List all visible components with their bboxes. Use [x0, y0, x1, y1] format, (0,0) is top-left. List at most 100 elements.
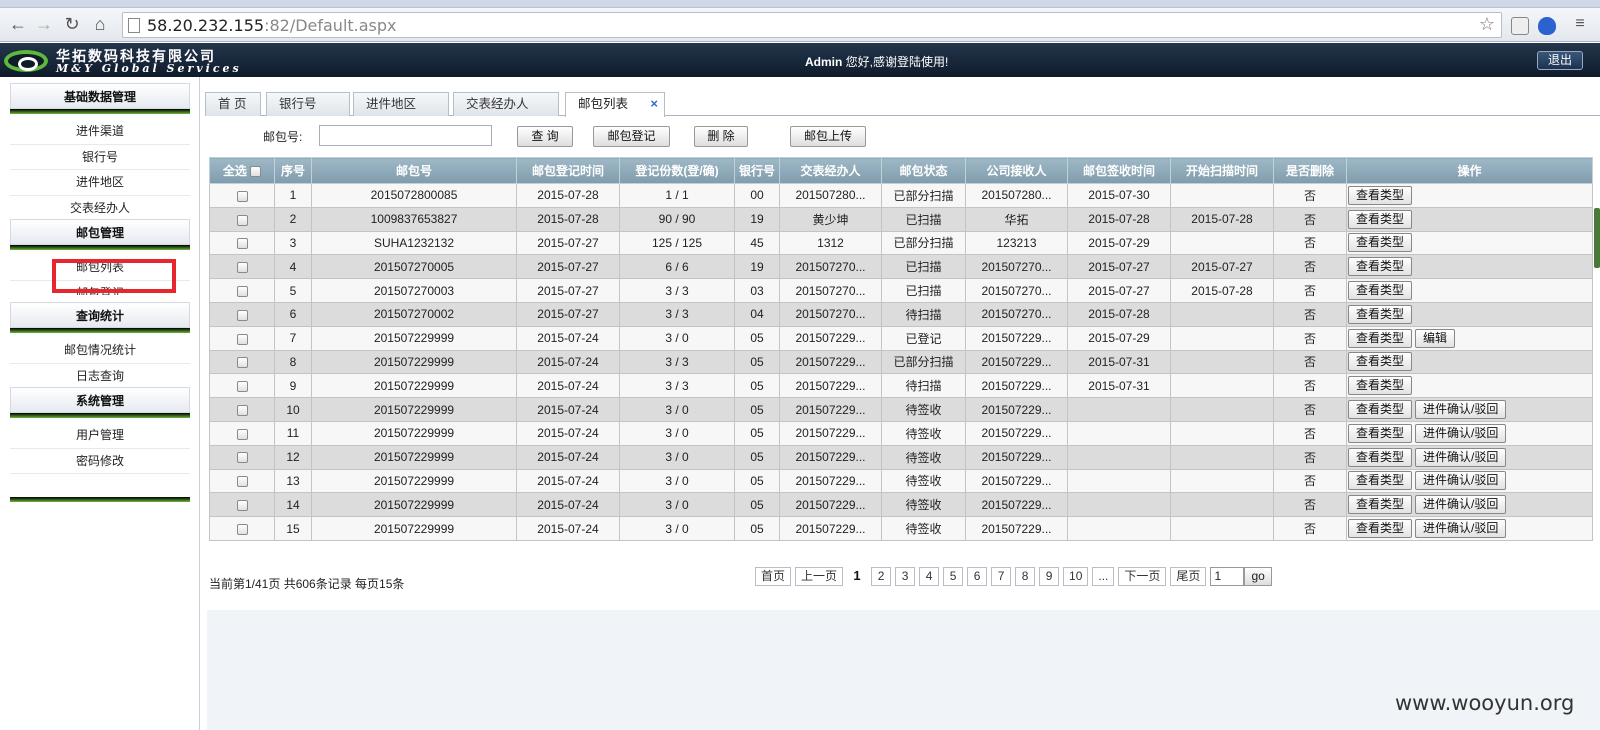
menu-section-system: 系统管理 用户管理 密码修改	[10, 387, 190, 474]
first-page-button[interactable]: 首页	[755, 567, 792, 586]
view-type-button[interactable]: 查看类型	[1348, 447, 1413, 467]
close-icon[interactable]: ×	[650, 93, 658, 115]
row-checkbox[interactable]	[236, 500, 248, 512]
upload-package-button[interactable]: 邮包上传	[790, 126, 866, 147]
page-number-button[interactable]: 3	[895, 567, 916, 586]
row-checkbox[interactable]	[236, 238, 248, 250]
view-type-button[interactable]: 查看类型	[1348, 519, 1413, 539]
page-number-button[interactable]: 2	[871, 567, 892, 586]
view-type-button[interactable]: 查看类型	[1348, 209, 1413, 229]
table-row: 8 201507229999 2015-07-24 3 / 3 05 201507229.…	[209, 349, 1593, 375]
menu-head-system[interactable]: 系统管理	[10, 387, 190, 413]
home-icon[interactable]: ⌂	[88, 12, 112, 36]
sidebar-item-log-query[interactable]: 日志查询	[10, 363, 190, 389]
sidebar-item-region[interactable]: 进件地区	[10, 170, 190, 196]
page-number-button[interactable]: 8	[1015, 567, 1036, 586]
sidebar-item-handler[interactable]: 交表经办人	[10, 195, 190, 221]
view-type-button[interactable]: 查看类型	[1348, 257, 1413, 277]
tab-home[interactable]: 首 页	[205, 92, 261, 116]
confirm-reject-button[interactable]: 进件确认/驳回	[1415, 400, 1507, 420]
package-number-input[interactable]	[319, 125, 492, 146]
page-number-button[interactable]: 6	[967, 567, 988, 586]
edit-button[interactable]: 编辑	[1415, 328, 1456, 348]
view-type-button[interactable]: 查看类型	[1348, 376, 1413, 396]
row-checkbox[interactable]	[236, 333, 248, 345]
confirm-reject-button[interactable]: 进件确认/驳回	[1415, 519, 1507, 539]
confirm-reject-button[interactable]: 进件确认/驳回	[1415, 495, 1507, 515]
reload-icon[interactable]: ↻	[60, 12, 84, 36]
register-package-button[interactable]: 邮包登记	[593, 126, 670, 147]
goto-page-input[interactable]: 1	[1210, 567, 1245, 586]
more-pages-button[interactable]: ...	[1092, 567, 1115, 586]
tab-region[interactable]: 进件地区	[353, 92, 449, 116]
row-checkbox[interactable]	[236, 452, 248, 464]
row-select-cell	[209, 444, 275, 470]
confirm-reject-button[interactable]: 进件确认/驳回	[1415, 447, 1507, 467]
page-number-button[interactable]: 7	[991, 567, 1012, 586]
page-number-button[interactable]: 10	[1063, 567, 1089, 586]
sidebar-item-channel[interactable]: 进件渠道	[10, 119, 190, 145]
sidebar-item-user-management[interactable]: 用户管理	[10, 423, 190, 449]
menu-head-basic-data[interactable]: 基础数据管理	[10, 83, 190, 109]
view-type-button[interactable]: 查看类型	[1348, 352, 1413, 372]
menu-head-stats[interactable]: 查询统计	[10, 302, 190, 328]
row-checkbox[interactable]	[236, 523, 248, 535]
row-select-cell	[209, 516, 275, 541]
row-checkbox[interactable]	[236, 428, 248, 440]
row-checkbox[interactable]	[236, 309, 248, 321]
table-cell: 已扫描	[881, 254, 966, 280]
address-bar[interactable]: 58.20.232.155:82/Default.aspx ☆	[122, 12, 1502, 38]
confirm-reject-button[interactable]: 进件确认/驳回	[1415, 423, 1507, 443]
table-cell: 4	[274, 254, 312, 280]
shield-extension-icon[interactable]	[1538, 17, 1556, 35]
row-checkbox[interactable]	[236, 381, 248, 393]
page-number-button[interactable]: 1	[847, 567, 868, 586]
tab-bank-number[interactable]: 银行号	[266, 92, 350, 116]
prev-page-button[interactable]: 上一页	[795, 567, 844, 586]
table-cell: 3 / 3	[619, 301, 735, 327]
view-type-button[interactable]: 查看类型	[1348, 281, 1413, 301]
menu-icon[interactable]: ≡	[1568, 12, 1592, 36]
next-page-button[interactable]: 下一页	[1118, 567, 1167, 586]
row-checkbox[interactable]	[236, 404, 248, 416]
delete-button[interactable]: 删 除	[694, 126, 748, 147]
menu-head-package[interactable]: 邮包管理	[10, 219, 190, 245]
table-cell: 03	[734, 278, 780, 303]
view-type-button[interactable]: 查看类型	[1348, 400, 1413, 420]
row-checkbox[interactable]	[236, 262, 248, 274]
sidebar-item-package-stats[interactable]: 邮包情况统计	[10, 338, 190, 364]
last-page-button[interactable]: 尾页	[1170, 567, 1207, 586]
view-type-button[interactable]: 查看类型	[1348, 185, 1413, 205]
row-checkbox[interactable]	[236, 476, 248, 488]
tab-package-list[interactable]: 邮包列表 ×	[565, 92, 665, 117]
view-type-button[interactable]: 查看类型	[1348, 495, 1413, 515]
row-checkbox[interactable]	[236, 285, 248, 297]
query-button[interactable]: 查 询	[517, 126, 573, 147]
select-all-header[interactable]: 全选	[209, 157, 275, 184]
page-number-button[interactable]: 9	[1039, 567, 1060, 586]
tab-handler[interactable]: 交表经办人	[453, 92, 559, 116]
view-type-button[interactable]: 查看类型	[1348, 233, 1413, 253]
page-number-button[interactable]: 5	[943, 567, 964, 586]
view-type-button[interactable]: 查看类型	[1348, 423, 1413, 443]
row-checkbox[interactable]	[236, 214, 248, 226]
view-type-button[interactable]: 查看类型	[1348, 328, 1413, 348]
row-checkbox[interactable]	[236, 357, 248, 369]
page-number-button[interactable]: 4	[919, 567, 940, 586]
forward-icon[interactable]: →	[32, 12, 56, 36]
view-type-button[interactable]: 查看类型	[1348, 304, 1413, 324]
back-icon[interactable]: ←	[6, 12, 30, 36]
select-all-checkbox[interactable]	[250, 166, 262, 178]
table-cell: 45	[734, 230, 780, 256]
view-type-button[interactable]: 查看类型	[1348, 471, 1413, 491]
table-cell: 201507229999	[311, 420, 517, 446]
row-checkbox[interactable]	[236, 190, 248, 202]
confirm-reject-button[interactable]: 进件确认/驳回	[1415, 471, 1507, 491]
sidebar-item-bank-number[interactable]: 银行号	[10, 144, 190, 170]
logout-button[interactable]: 退出	[1537, 51, 1583, 70]
go-button[interactable]: go	[1244, 567, 1272, 586]
sidebar-item-change-password[interactable]: 密码修改	[10, 448, 190, 474]
extension-icon[interactable]	[1511, 17, 1529, 35]
scrollbar-thumb[interactable]	[1594, 208, 1600, 268]
bookmark-star-icon[interactable]: ☆	[1479, 14, 1495, 35]
